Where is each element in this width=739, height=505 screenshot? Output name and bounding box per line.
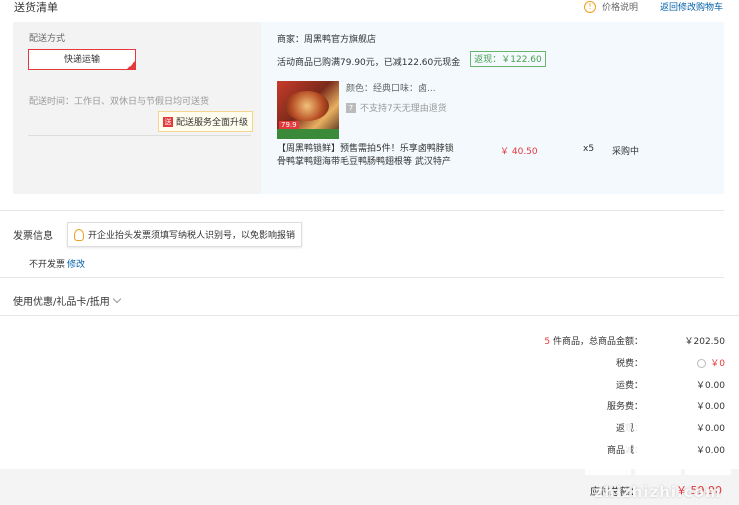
divider	[28, 135, 251, 136]
service-upgrade-tip[interactable]: 送 配送服务全面升级	[158, 111, 254, 132]
shipping-panel	[13, 22, 261, 194]
summary-freight-row: 运费： ￥0.00	[425, 378, 725, 391]
service-label: 服务费：	[606, 402, 643, 412]
back-to-cart-link[interactable]: 返回修改购物车	[660, 0, 723, 13]
check-icon: ✓	[128, 62, 134, 69]
total-amount: ￥202.50	[684, 337, 726, 347]
shop-name: 商家：周黑鸭官方旗舰店	[277, 35, 377, 45]
shipping-time: 配送时间：工作日、双休日与节假日均可送货	[29, 97, 210, 107]
watermark-glyph	[585, 415, 631, 475]
coupon-toggle[interactable]: 使用优惠/礼品卡/抵用	[13, 293, 121, 308]
no-return-notice: 7 不支持7天无理由退货	[346, 101, 447, 114]
watermark-glyph	[635, 415, 681, 475]
item-count: 5	[544, 337, 551, 347]
stock-status: 采购中	[612, 147, 640, 157]
tax-label: 税费：	[615, 359, 643, 369]
shipping-method-option[interactable]: 快递运输 ✓	[28, 49, 136, 70]
summary-tax-row: 税费： ￥0	[425, 356, 725, 369]
section-title: 送货清单	[14, 1, 58, 14]
divider	[0, 210, 724, 211]
price-tip[interactable]: ! 价格说明	[584, 0, 638, 13]
service-value: ￥0.00	[695, 402, 725, 412]
count-suffix: 件商品，总商品金额：	[552, 337, 643, 347]
invoice-tip: 开企业抬头发票须填写纳税人识别号，以免影响报销	[67, 222, 303, 247]
summary-total-row: 5 件商品，总商品金额： ￥202.50	[425, 334, 725, 347]
invoice-tip-text: 开企业抬头发票须填写纳税人识别号，以免影响报销	[88, 231, 296, 241]
invoice-title: 发票信息	[13, 231, 53, 242]
price-badge: 79.9	[279, 121, 299, 129]
image-tag	[277, 129, 339, 139]
rebate-badge: 返现：￥122.60	[470, 51, 546, 67]
dish-graphic	[285, 91, 329, 121]
summary-count-label: 5 件商品，总商品金额：	[544, 334, 643, 347]
product-quantity: x5	[583, 144, 595, 154]
watermark-text: zhizhizhi.com	[594, 483, 722, 501]
tax-value-wrap: ￥0	[655, 356, 725, 369]
promo-text: 活动商品已购满79.90元，已减122.60元现金	[277, 58, 461, 68]
product-price: ￥ 40.50	[500, 147, 538, 157]
invoice-edit-link[interactable]: 修改	[67, 257, 85, 270]
shipping-label: 配送方式	[29, 34, 66, 44]
site-watermark: zhizhizhi.com	[577, 415, 739, 505]
delivery-icon: 送	[163, 116, 173, 127]
freight-label: 运费：	[615, 381, 643, 391]
shipping-method-label: 快递运输	[63, 55, 100, 65]
info-icon: !	[584, 0, 596, 13]
watermark-glyph	[685, 415, 731, 475]
chevron-down-icon	[112, 294, 121, 304]
invoice-value: 不开发票	[29, 260, 66, 270]
help-icon[interactable]	[697, 359, 707, 368]
divider	[0, 315, 739, 316]
coupon-label: 使用优惠/礼品卡/抵用	[13, 297, 110, 308]
product-name-link[interactable]: 【周黑鸭锁鲜】预售需拍5件！乐享卤鸭脖锁骨鸭掌鸭翅海带毛豆鸭肠鸭翅根等 武汉特产	[277, 143, 457, 169]
lightbulb-icon	[74, 228, 84, 241]
service-upgrade-label: 配送服务全面升级	[176, 118, 249, 128]
summary-service-row: 服务费： ￥0.00	[425, 399, 725, 412]
seven-day-icon: 7	[346, 102, 356, 113]
no-return-label: 不支持7天无理由退货	[360, 104, 447, 114]
product-attribute: 颜色：经典口味：卤...	[346, 84, 436, 94]
product-image[interactable]: 79.9	[277, 81, 339, 139]
tax-value: ￥0	[710, 359, 725, 369]
freight-value: ￥0.00	[695, 381, 725, 391]
price-tip-label: 价格说明	[602, 3, 639, 13]
divider	[0, 277, 724, 278]
